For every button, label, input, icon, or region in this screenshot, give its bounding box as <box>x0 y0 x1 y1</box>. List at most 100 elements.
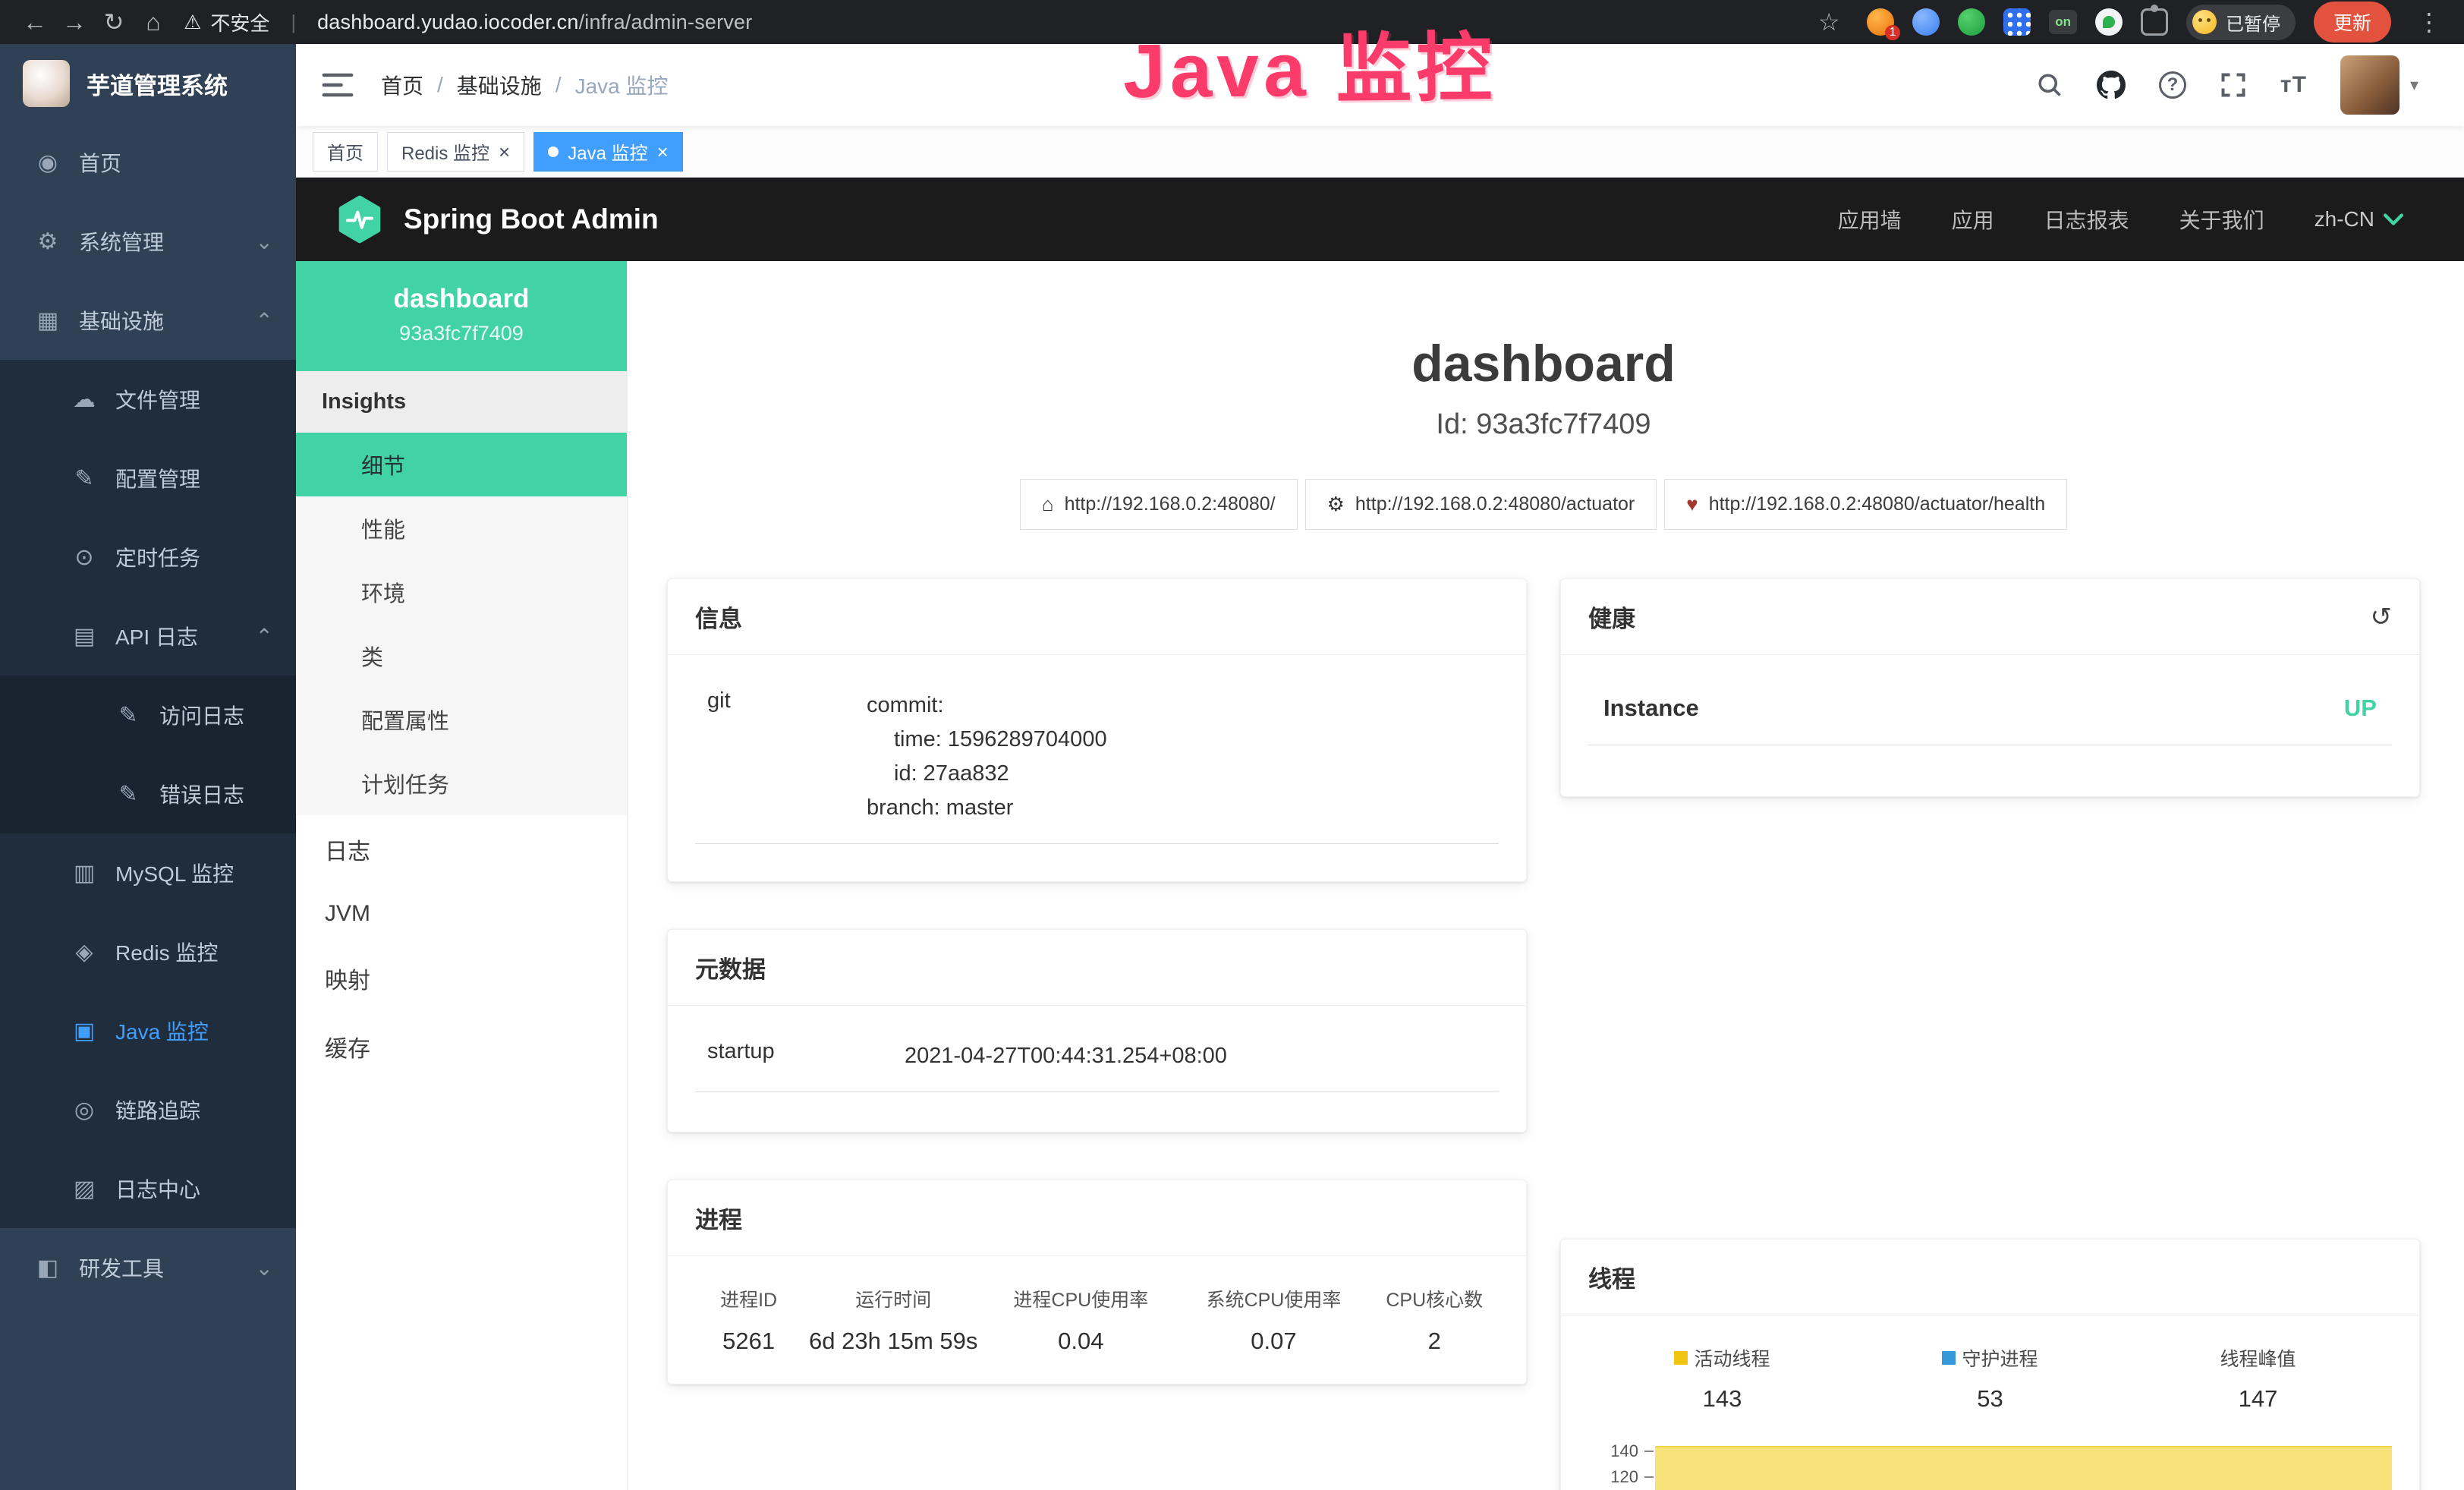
sidebar-item-error-log[interactable]: ✎ 错误日志 <box>0 754 296 833</box>
sba-header: Spring Boot Admin 应用墙 应用 日志报表 关于我们 zh-CN <box>296 178 2464 261</box>
forward-icon[interactable]: → <box>55 0 94 44</box>
sba-nav-wall[interactable]: 应用墙 <box>1838 204 1902 235</box>
sba-item-config-props[interactable]: 配置属性 <box>296 688 627 751</box>
health-url-link[interactable]: ♥ http://192.168.0.2:48080/actuator/heal… <box>1664 479 2067 530</box>
url-text[interactable]: dashboard.yudao.iocoder.cn/infra/admin-s… <box>317 11 752 34</box>
daemon-threads-value: 53 <box>1856 1385 2124 1413</box>
caret-down-icon: ▾ <box>2410 75 2418 95</box>
bookmark-star-icon[interactable]: ☆ <box>1809 0 1849 44</box>
active-dot <box>548 146 559 157</box>
sidebar-item-cron[interactable]: ⊙ 定时任务 <box>0 518 296 597</box>
column-header: 进程ID <box>695 1285 802 1328</box>
cpu-cores: 2 <box>1370 1328 1499 1355</box>
metadata-card-title: 元数据 <box>695 950 766 984</box>
chrome-update-button[interactable]: 更新 <box>2314 2 2391 43</box>
sidebar-item-config[interactable]: ✎ 配置管理 <box>0 439 296 518</box>
fullscreen-icon[interactable] <box>2220 71 2247 99</box>
reload-icon[interactable]: ↻ <box>94 0 134 44</box>
history-icon[interactable]: ↺ <box>2371 602 2393 632</box>
process-card: 进程 进程ID 运行时间 进程CPU使用率 系统CPU使用率 CPU核心数 <box>667 1180 1527 1384</box>
sba-item-scheduled-tasks[interactable]: 计划任务 <box>296 751 627 815</box>
sidebar-item-files[interactable]: ☁ 文件管理 <box>0 360 296 439</box>
sba-item-environment[interactable]: 环境 <box>296 560 627 624</box>
redis-icon: ◈ <box>70 939 99 966</box>
sba-item-metrics[interactable]: 性能 <box>296 496 627 560</box>
avatar <box>2340 55 2399 115</box>
page-subtitle: Id: 93a3fc7f7409 <box>667 408 2420 441</box>
sidebar-item-log-center[interactable]: ▨ 日志中心 <box>0 1149 296 1228</box>
sba-section-insights: Insights <box>296 371 627 433</box>
sidebar-item-mysql[interactable]: ▥ MySQL 监控 <box>0 833 296 912</box>
sidebar-item-devtools[interactable]: ◧ 研发工具 ⌄ <box>0 1228 296 1307</box>
chevron-down-icon: ⌄ <box>256 1255 273 1281</box>
sba-item-classes[interactable]: 类 <box>296 624 627 688</box>
search-icon[interactable] <box>2036 71 2063 99</box>
sba-item-caches[interactable]: 缓存 <box>296 1013 627 1081</box>
tab-java-monitor[interactable]: Java 监控 × <box>533 132 683 172</box>
peak-threads-value: 147 <box>2124 1385 2392 1413</box>
extension-grid-icon[interactable] <box>2003 8 2031 36</box>
extension-leaf-icon[interactable] <box>2095 8 2123 36</box>
user-menu[interactable]: ▾ <box>2340 55 2418 115</box>
sidebar-item-home[interactable]: ◉ 首页 <box>0 123 296 202</box>
process-uptime: 6d 23h 15m 59s <box>802 1328 984 1355</box>
back-icon[interactable]: ← <box>15 0 55 44</box>
extension-on-badge[interactable]: on <box>2049 10 2077 34</box>
sidebar-item-api-log[interactable]: ▤ API 日志 ⌃ <box>0 597 296 676</box>
close-icon[interactable]: × <box>499 142 510 162</box>
instance-url-link[interactable]: ⌂ http://192.168.0.2:48080/ <box>1020 479 1298 530</box>
font-size-icon[interactable]: тT <box>2280 72 2307 98</box>
sidebar-item-system[interactable]: ⚙ 系统管理 ⌄ <box>0 202 296 281</box>
extension-badge: 1 <box>1885 25 1900 40</box>
document-icon: ✎ <box>114 781 143 808</box>
health-instance-row[interactable]: Instance UP <box>1588 684 2392 745</box>
sba-nav-about[interactable]: 关于我们 <box>2179 204 2264 235</box>
log-icon: ▤ <box>70 623 99 650</box>
metadata-row-startup: startup 2021-04-27T00:44:31.254+08:00 <box>695 1035 1499 1092</box>
address-bar[interactable]: ⚠ 不安全 | dashboard.yudao.iocoder.cn/infra… <box>184 8 752 36</box>
sidebar-item-redis[interactable]: ◈ Redis 监控 <box>0 912 296 991</box>
paused-label: 已暂停 <box>2226 9 2280 36</box>
info-row-git: git commit: time: 1596289704000 id: 27aa… <box>695 684 1499 844</box>
extension-drop-icon[interactable] <box>1912 8 1940 36</box>
sba-item-mappings[interactable]: 映射 <box>296 944 627 1013</box>
home-icon[interactable]: ⌂ <box>134 0 173 44</box>
sba-item-details[interactable]: 细节 <box>296 433 627 496</box>
sba-logo-icon <box>335 195 384 244</box>
sidebar-item-trace[interactable]: ◎ 链路追踪 <box>0 1070 296 1149</box>
tab-home[interactable]: 首页 <box>313 132 378 172</box>
health-instance-label: Instance <box>1603 695 1699 722</box>
threads-card-title: 线程 <box>1588 1260 1635 1294</box>
chevron-down-icon: ⌄ <box>256 229 273 254</box>
tab-redis-monitor[interactable]: Redis 监控 × <box>387 132 524 172</box>
sba-nav-journal[interactable]: 日志报表 <box>2044 204 2129 235</box>
browser-menu-icon[interactable]: ⋮ <box>2409 0 2449 44</box>
tabs-bar: 首页 Redis 监控 × Java 监控 × <box>296 126 2464 178</box>
sba-nav-applications[interactable]: 应用 <box>1952 204 1994 235</box>
locale-select[interactable]: zh-CN <box>2315 207 2403 232</box>
sba-item-jvm[interactable]: JVM <box>296 884 627 944</box>
help-icon[interactable]: ? <box>2159 71 2186 99</box>
chart-y-axis: 140 120 100 <box>1588 1438 1654 1490</box>
system-cpu: 0.07 <box>1177 1328 1370 1355</box>
close-icon[interactable]: × <box>657 142 669 162</box>
breadcrumb-infrastructure[interactable]: 基础设施 <box>457 70 542 100</box>
sidebar-item-infrastructure[interactable]: ▦ 基础设施 ⌃ <box>0 281 296 360</box>
actuator-url-link[interactable]: ⚙ http://192.168.0.2:48080/actuator <box>1305 479 1657 530</box>
extensions-puzzle-icon[interactable] <box>2141 8 2168 36</box>
sidebar-item-access-log[interactable]: ✎ 访问日志 <box>0 676 296 754</box>
extension-green-icon[interactable] <box>1958 8 1985 36</box>
app-frame: 芋道管理系统 ◉ 首页 ⚙ 系统管理 ⌄ ▦ 基础设施 ⌃ ☁ <box>0 44 2464 1490</box>
breadcrumb-home[interactable]: 首页 <box>381 70 423 100</box>
sba-item-logs[interactable]: 日志 <box>296 815 627 884</box>
instance-header[interactable]: dashboard 93a3fc7f7409 <box>296 261 627 371</box>
chevron-up-icon: ⌃ <box>256 308 273 333</box>
hamburger-icon[interactable] <box>322 72 354 98</box>
profile-paused-badge[interactable]: 已暂停 <box>2186 5 2296 40</box>
metadata-value: 2021-04-27T00:44:31.254+08:00 <box>905 1039 1487 1073</box>
github-icon[interactable] <box>2097 71 2126 99</box>
extension-fox-icon[interactable]: 1 <box>1867 8 1894 36</box>
process-pid: 5261 <box>695 1328 802 1355</box>
sidebar-item-java-monitor[interactable]: ▣ Java 监控 <box>0 991 296 1070</box>
app-logo-row[interactable]: 芋道管理系统 <box>0 44 296 123</box>
